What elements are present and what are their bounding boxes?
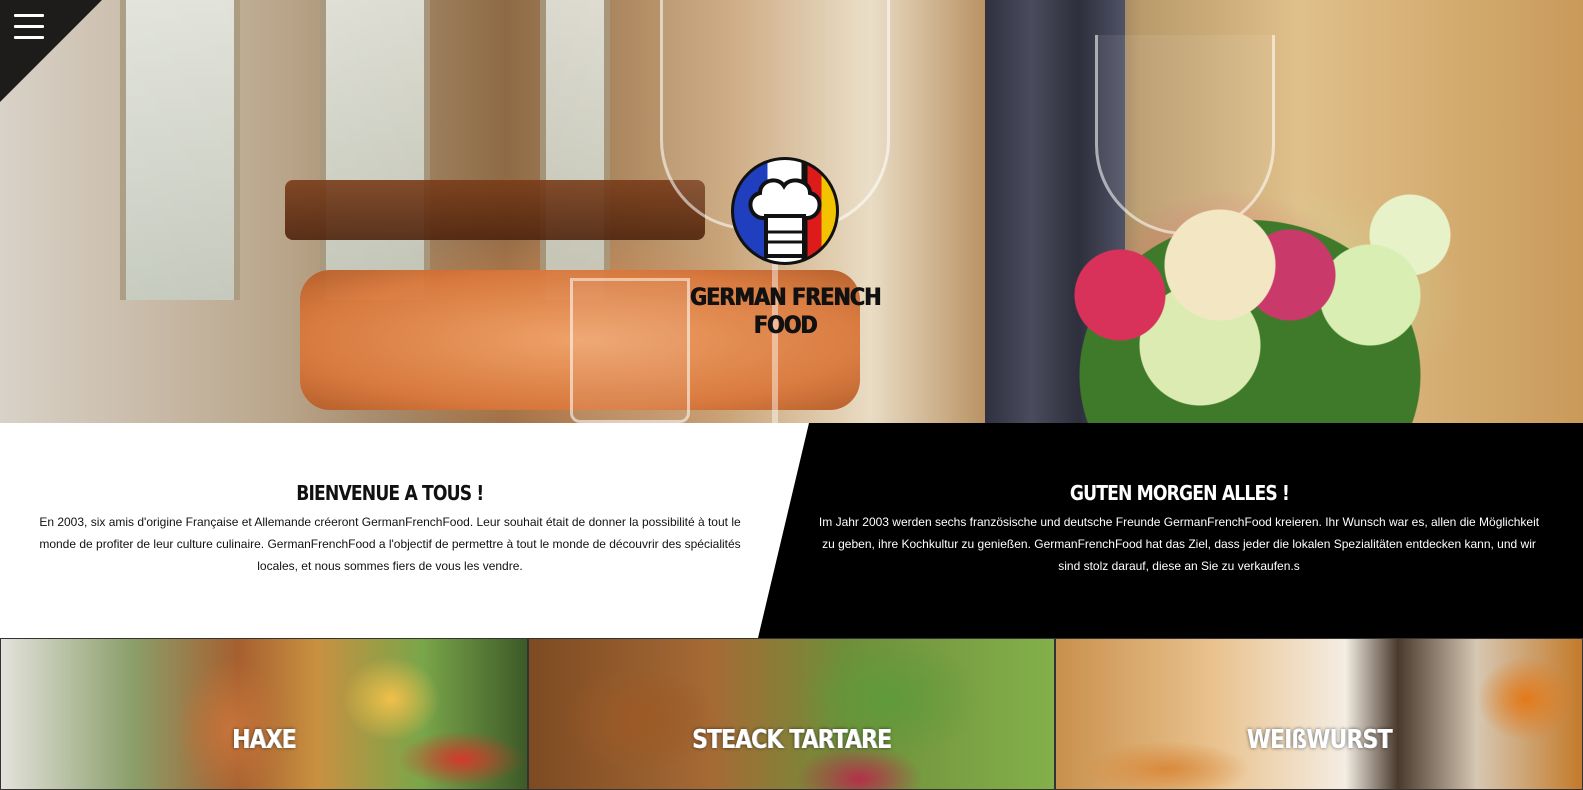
chef-hat-icon[interactable] — [731, 157, 839, 265]
dish-label: WEIßWURST — [1246, 725, 1392, 755]
dish-card-steack-tartare[interactable]: STEACK TARTARE — [527, 638, 1056, 790]
menu-bar — [14, 25, 44, 28]
background-window — [120, 0, 240, 300]
hamburger-menu-icon[interactable] — [14, 14, 44, 42]
french-heading: BIENVENUE A TOUS ! — [296, 481, 484, 505]
intro-section: BIENVENUE A TOUS ! En 2003, six amis d'o… — [0, 423, 1583, 638]
chair-back — [285, 180, 705, 240]
menu-bar — [14, 36, 44, 39]
dish-photo — [1056, 639, 1583, 789]
french-text: En 2003, six amis d'origine Française et… — [39, 515, 741, 573]
german-text: Im Jahr 2003 werden sechs französische u… — [818, 515, 1540, 573]
background-window — [320, 0, 430, 300]
background-window — [540, 0, 610, 300]
dish-label: HAXE — [232, 725, 296, 755]
chef-hat-graphic — [748, 178, 822, 258]
dish-photo — [528, 639, 1055, 789]
intro-french: BIENVENUE A TOUS ! En 2003, six amis d'o… — [30, 481, 750, 577]
dish-card-weisswurst[interactable]: WEIßWURST — [1055, 638, 1583, 790]
dish-gallery: HAXE STEACK TARTARE WEIßWURST — [0, 638, 1583, 790]
dish-photo — [1, 639, 527, 789]
menu-bar — [14, 14, 44, 17]
intro-german: GUTEN MORGEN ALLES ! Im Jahr 2003 werden… — [818, 481, 1540, 577]
german-heading: GUTEN MORGEN ALLES ! — [1069, 481, 1289, 505]
brand-name: GERMAN FRENCH FOOD — [689, 283, 881, 339]
dish-card-haxe[interactable]: HAXE — [0, 638, 528, 790]
dish-label: STEACK TARTARE — [691, 725, 892, 755]
flower-bouquet — [1030, 175, 1470, 423]
